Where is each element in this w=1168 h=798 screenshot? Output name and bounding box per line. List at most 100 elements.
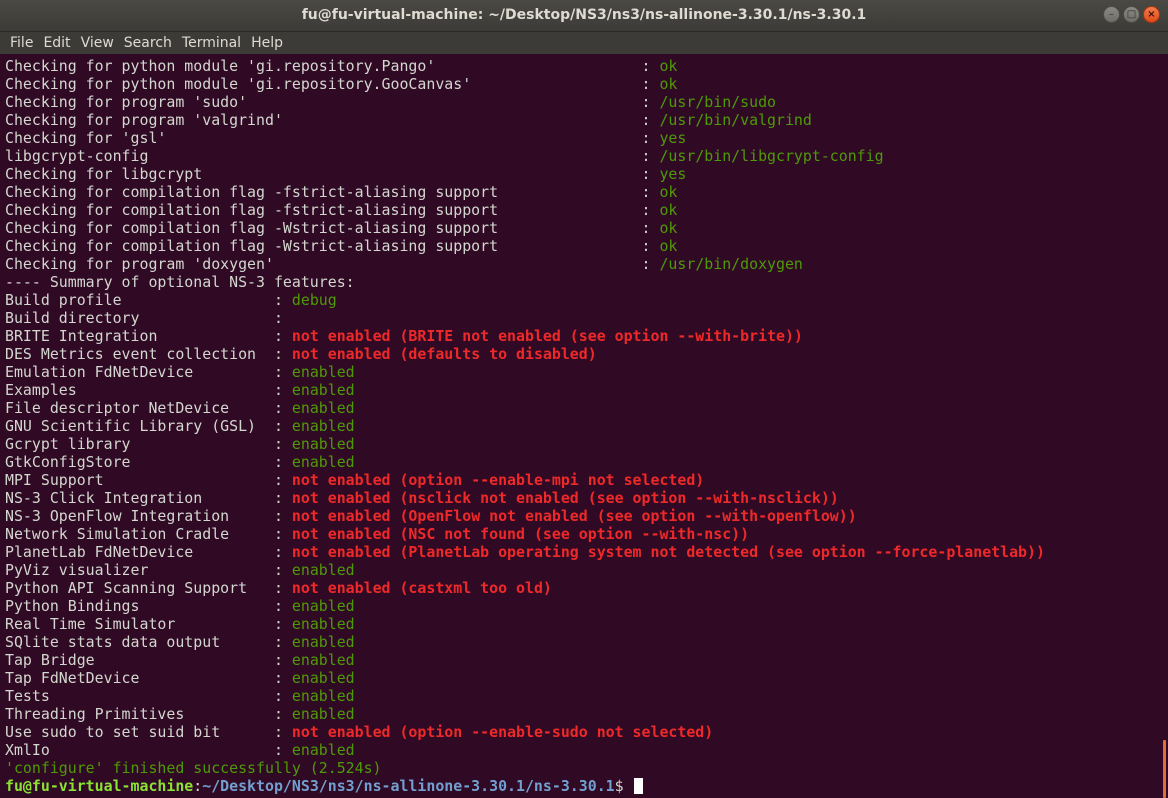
minimize-button[interactable]: – [1103, 6, 1120, 23]
output-text: Network Simulation Cradle : [5, 525, 292, 543]
output-line: Real Time Simulator : enabled [5, 615, 1045, 633]
output-text: Checking for python module 'gi.repositor… [5, 75, 660, 93]
output-text: ok [659, 201, 678, 219]
output-text: Python API Scanning Support : [5, 579, 292, 597]
menu-help[interactable]: Help [246, 32, 288, 54]
output-line: Checking for compilation flag -fstrict-a… [5, 183, 1045, 201]
output-text: Checking for compilation flag -fstrict-a… [5, 201, 660, 219]
output-text: not enabled (option --enable-sudo not se… [291, 723, 714, 741]
output-line: NS-3 Click Integration : not enabled (ns… [5, 489, 1045, 507]
output-text: enabled [291, 435, 355, 453]
output-text: enabled [291, 561, 355, 579]
output-text: enabled [291, 453, 355, 471]
scrollbar[interactable] [1160, 55, 1168, 798]
output-text: PyViz visualizer : [5, 561, 292, 579]
menu-terminal[interactable]: Terminal [177, 32, 246, 54]
output-text: not enabled (castxml too old) [291, 579, 552, 597]
output-text: Checking for libgcrypt : [5, 165, 660, 183]
output-line: Network Simulation Cradle : not enabled … [5, 525, 1045, 543]
terminal-window: fu@fu-virtual-machine: ~/Desktop/NS3/ns3… [0, 0, 1168, 798]
text-cursor [633, 778, 643, 794]
output-text: Checking for compilation flag -fstrict-a… [5, 183, 660, 201]
output-text: not enabled (BRITE not enabled (see opti… [291, 327, 803, 345]
window-title: fu@fu-virtual-machine: ~/Desktop/NS3/ns3… [301, 7, 867, 23]
output-lines: Checking for python module 'gi.repositor… [5, 57, 1045, 777]
prompt-user: fu@fu-virtual-machine [5, 777, 194, 795]
output-line: Checking for python module 'gi.repositor… [5, 75, 1045, 93]
output-text: enabled [291, 417, 355, 435]
output-text: enabled [291, 363, 355, 381]
output-line: Tests : enabled [5, 687, 1045, 705]
output-text: Checking for program 'sudo' : [5, 93, 660, 111]
output-text: Checking for program 'doxygen' : [5, 255, 660, 273]
menu-edit[interactable]: Edit [38, 32, 75, 54]
output-text: Emulation FdNetDevice : [5, 363, 292, 381]
output-text: not enabled (defaults to disabled) [291, 345, 597, 363]
output-text: Threading Primitives : [5, 705, 292, 723]
terminal-content: Checking for python module 'gi.repositor… [5, 57, 1045, 795]
output-line: Threading Primitives : enabled [5, 705, 1045, 723]
maximize-button[interactable]: □ [1123, 6, 1140, 23]
output-line: Use sudo to set suid bit : not enabled (… [5, 723, 1045, 741]
output-line: 'configure' finished successfully (2.524… [5, 759, 1045, 777]
output-line: Checking for program 'doxygen' : /usr/bi… [5, 255, 1045, 273]
prompt-separator: : [193, 777, 203, 795]
output-line: XmlIo : enabled [5, 741, 1045, 759]
output-text: Checking for compilation flag -Wstrict-a… [5, 219, 660, 237]
output-text: /usr/bin/libgcrypt-config [659, 147, 884, 165]
output-text: enabled [291, 615, 355, 633]
output-text: Use sudo to set suid bit : [5, 723, 292, 741]
title-bar[interactable]: fu@fu-virtual-machine: ~/Desktop/NS3/ns3… [0, 0, 1168, 32]
output-line: Build directory : [5, 309, 1045, 327]
output-text: enabled [291, 651, 355, 669]
output-text: ok [659, 57, 678, 75]
output-text: not enabled (OpenFlow not enabled (see o… [291, 507, 857, 525]
menu-bar: File Edit View Search Terminal Help [0, 32, 1168, 54]
output-line: Checking for libgcrypt : yes [5, 165, 1045, 183]
scroll-thumb[interactable] [1163, 740, 1166, 798]
output-text: NS-3 OpenFlow Integration : [5, 507, 292, 525]
output-text: MPI Support : [5, 471, 292, 489]
output-text: Python Bindings : [5, 597, 292, 615]
output-text: enabled [291, 705, 355, 723]
output-line: BRITE Integration : not enabled (BRITE n… [5, 327, 1045, 345]
output-text: Tests : [5, 687, 292, 705]
output-text: Gcrypt library : [5, 435, 292, 453]
output-text: GtkConfigStore : [5, 453, 292, 471]
close-button[interactable]: × [1143, 6, 1160, 23]
output-text: enabled [291, 399, 355, 417]
output-text: Checking for python module 'gi.repositor… [5, 57, 660, 75]
output-text: debug [291, 291, 337, 309]
output-text: Tap FdNetDevice : [5, 669, 292, 687]
output-text: GNU Scientific Library (GSL) : [5, 417, 292, 435]
output-line: ---- Summary of optional NS-3 features: [5, 273, 1045, 291]
output-text: File descriptor NetDevice : [5, 399, 292, 417]
output-line: MPI Support : not enabled (option --enab… [5, 471, 1045, 489]
output-line: Checking for program 'sudo' : /usr/bin/s… [5, 93, 1045, 111]
output-text: enabled [291, 741, 355, 759]
output-text: NS-3 Click Integration : [5, 489, 292, 507]
output-text: not enabled (NSC not found (see option -… [291, 525, 750, 543]
output-line: Examples : enabled [5, 381, 1045, 399]
menu-search[interactable]: Search [119, 32, 177, 54]
output-text: SQlite stats data output : [5, 633, 292, 651]
output-text: Checking for program 'valgrind' : [5, 111, 660, 129]
output-line: File descriptor NetDevice : enabled [5, 399, 1045, 417]
output-line: PlanetLab FdNetDevice : not enabled (Pla… [5, 543, 1045, 561]
output-text: XmlIo : [5, 741, 292, 759]
output-line: Checking for compilation flag -Wstrict-a… [5, 219, 1045, 237]
output-text: /usr/bin/sudo [659, 93, 776, 111]
shell-prompt-line[interactable]: fu@fu-virtual-machine:~/Desktop/NS3/ns3/… [5, 777, 1045, 795]
output-line: GNU Scientific Library (GSL) : enabled [5, 417, 1045, 435]
terminal-output[interactable]: Checking for python module 'gi.repositor… [0, 55, 1160, 798]
output-text: 'configure' finished successfully (2.524… [5, 759, 382, 777]
menu-file[interactable]: File [0, 32, 38, 54]
output-line: Tap Bridge : enabled [5, 651, 1045, 669]
output-text: enabled [291, 687, 355, 705]
output-text: Tap Bridge : [5, 651, 292, 669]
output-text: ok [659, 183, 678, 201]
output-text: Checking for compilation flag -Wstrict-a… [5, 237, 660, 255]
menu-view[interactable]: View [76, 32, 119, 54]
output-text: Build directory : [5, 309, 292, 327]
output-text: yes [659, 165, 687, 183]
